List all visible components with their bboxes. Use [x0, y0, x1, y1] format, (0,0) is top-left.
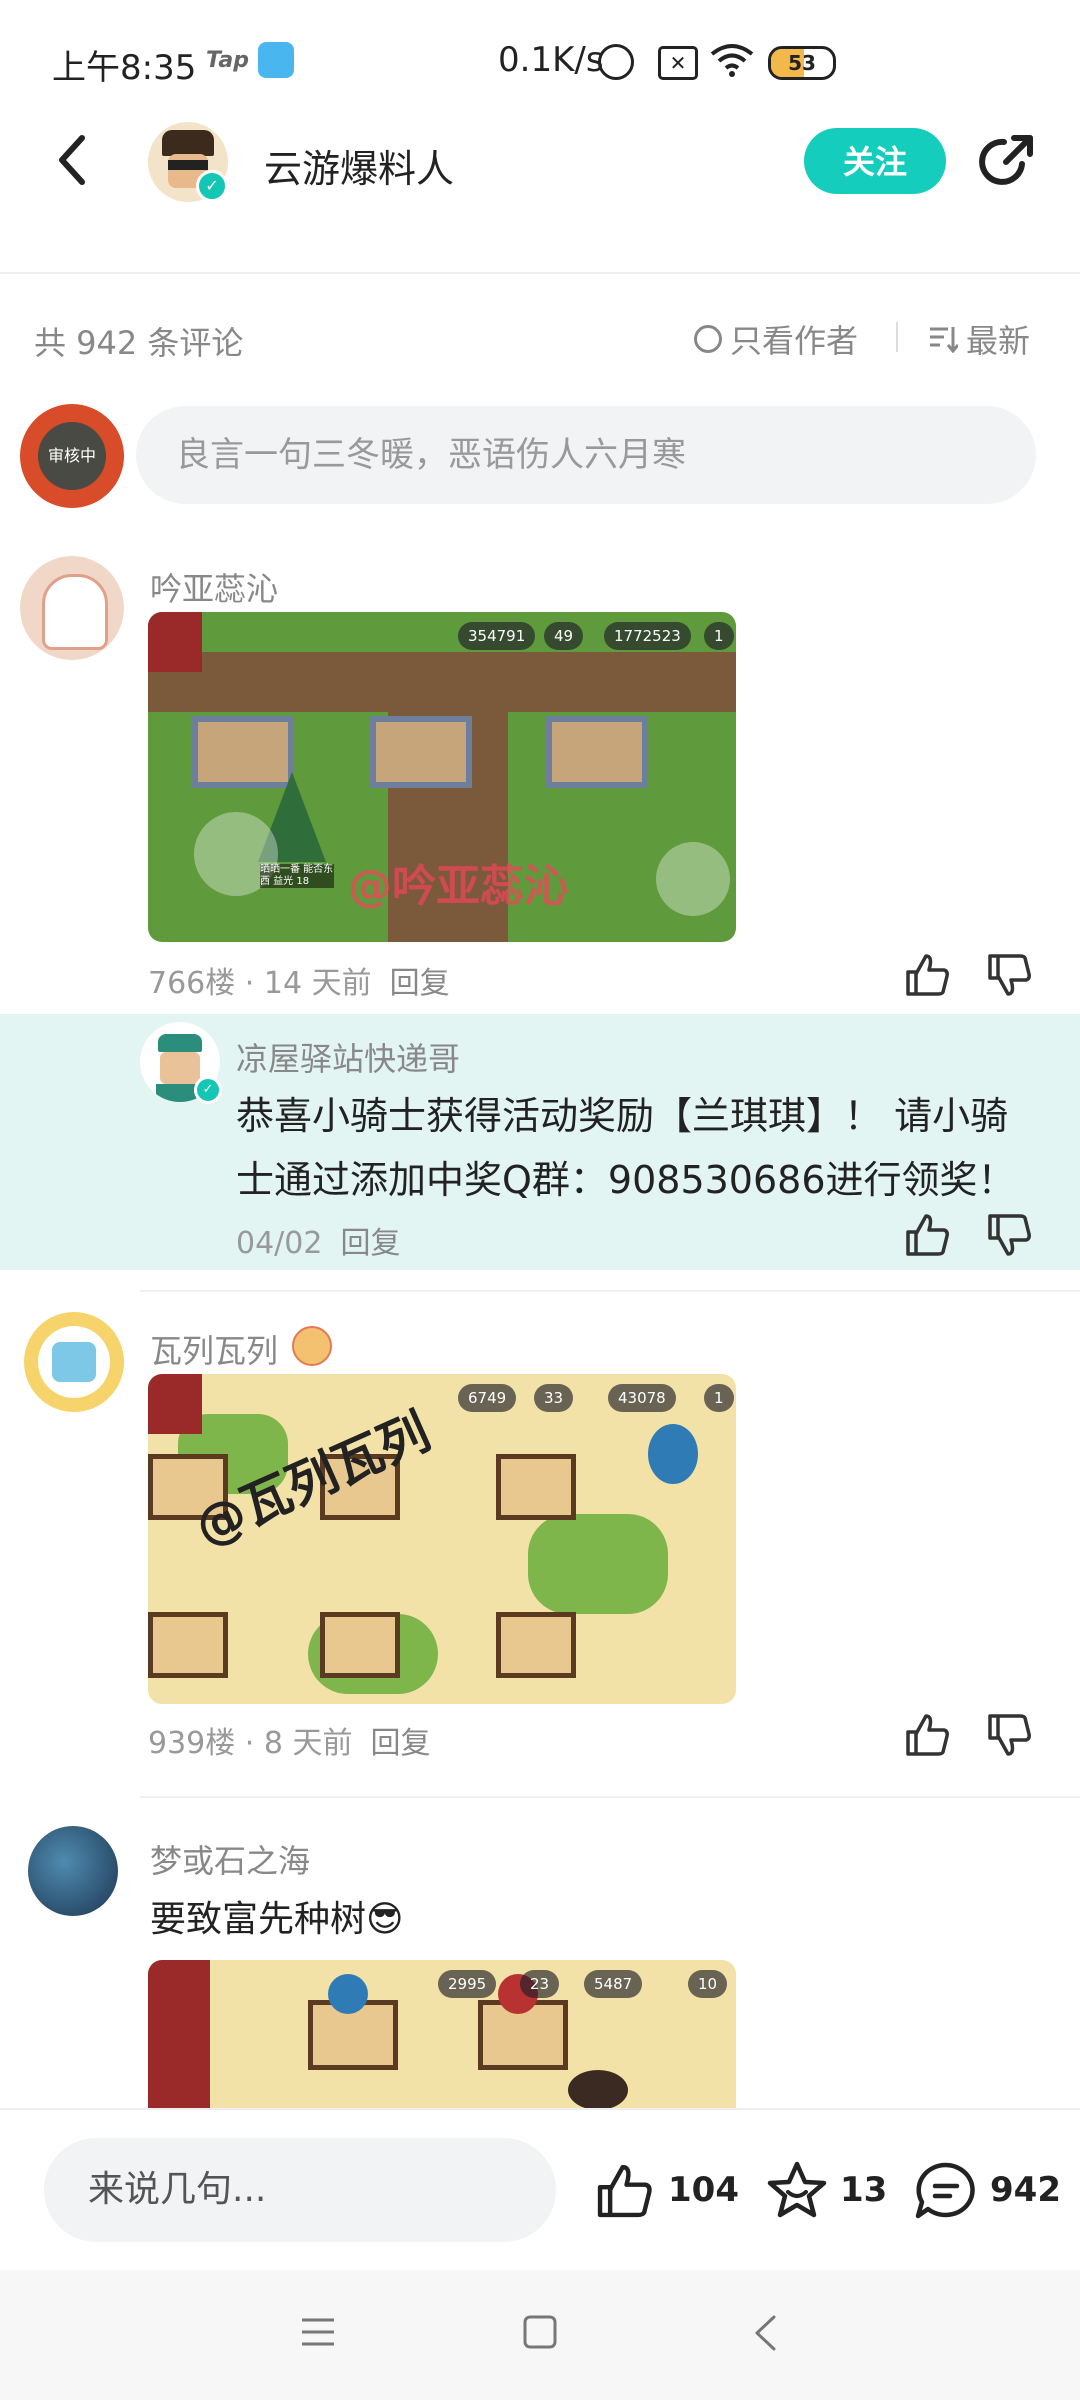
comment-text: 要致富先种树😎 [150, 1899, 404, 1940]
system-navigation-bar [0, 2270, 1080, 2400]
thumbs-down-icon[interactable] [986, 952, 1032, 998]
hud-coins: 2995 [438, 1970, 497, 1998]
hud-gems: 43078 [608, 1384, 676, 1412]
sort-label: 最新 [966, 322, 1031, 360]
only-author-toggle[interactable]: 只看作者 [694, 316, 858, 362]
hud-coins: 354791 [458, 622, 536, 650]
favorite-count: 13 [840, 2170, 888, 2210]
radio-icon [694, 325, 722, 353]
hud-parts: 49 [544, 622, 584, 650]
tap-app-icon: Tap [206, 48, 249, 73]
comment-count: 共 942 条评论 [34, 324, 244, 362]
hud-extra: 1 [704, 1384, 734, 1412]
status-time: 上午8:35 [52, 48, 197, 88]
comment-author-name[interactable]: 吟亚蕊沁 [150, 564, 278, 610]
bottom-divider [0, 2108, 1080, 2110]
comment-input[interactable]: 良言一句三冬暖，恶语伤人六月寒 [136, 406, 1036, 504]
reply-author-name[interactable]: 凉屋驿站快递哥 [236, 1034, 460, 1080]
favorite-star-icon[interactable] [766, 2160, 828, 2220]
toolbar-divider [896, 322, 898, 352]
header-divider [0, 272, 1080, 274]
comment-author-name[interactable]: 瓦列瓦列 [150, 1326, 278, 1372]
reply-link[interactable]: 回复 [340, 1226, 400, 1261]
share-icon[interactable] [976, 130, 1038, 192]
hud-gems: 5487 [584, 1970, 643, 1998]
reply-text: 恭喜小骑士获得活动奖励【兰琪琪】！ 请小骑士通过添加中奖Q群：908530686… [236, 1094, 1016, 1202]
comment-image[interactable]: 6749 33 43078 1 @瓦列瓦列 [148, 1374, 736, 1704]
battery-indicator: 53 [768, 46, 836, 80]
home-nav-icon[interactable] [522, 2314, 558, 2350]
hud-extra: 1 [704, 622, 734, 650]
my-avatar: 审核中 [20, 404, 124, 508]
hud-coins: 6749 [458, 1384, 517, 1412]
comment-meta: 939楼 · 8 天前 回复 [148, 1726, 431, 1761]
tree-label: 晒晒一番 能否东西 益光 18 [260, 864, 334, 888]
sort-icon [930, 327, 958, 353]
verified-badge-icon: ✓ [196, 170, 228, 202]
reply-link[interactable]: 回复 [390, 966, 450, 1001]
reply-meta: 04/02 回复 [236, 1226, 401, 1261]
thumbs-up-icon[interactable] [904, 1712, 950, 1758]
comment-avatar[interactable] [28, 1826, 118, 1916]
hud-gems: 1772523 [604, 622, 691, 650]
reply-verified-icon: ✓ [194, 1076, 222, 1104]
status-bar: 上午8:35 Tap 0.1K/s ✕ 53 [0, 0, 1080, 120]
avatar-status-text: 审核中 [38, 422, 106, 490]
reply-link[interactable]: 回复 [371, 1726, 431, 1761]
app-notification-icon [258, 42, 294, 78]
thumbs-down-icon[interactable] [986, 1712, 1032, 1758]
comment-divider [140, 1796, 1080, 1798]
sort-toggle[interactable]: 最新 [928, 316, 1030, 362]
follow-button[interactable]: 关注 [804, 128, 946, 194]
back-nav-icon[interactable] [752, 2314, 778, 2352]
thumbs-up-icon[interactable] [904, 952, 950, 998]
hud-parts: 33 [534, 1384, 574, 1412]
network-speed: 0.1K/s [498, 40, 604, 80]
comment-divider [140, 1290, 1080, 1292]
hud-parts: 23 [520, 1970, 560, 1998]
like-icon[interactable] [594, 2162, 654, 2220]
thumbs-up-icon[interactable] [904, 1212, 950, 1258]
back-arrow-icon[interactable] [52, 130, 92, 190]
wifi-icon [710, 44, 754, 77]
like-count: 104 [668, 2170, 739, 2210]
sim-off-icon: ✕ [658, 46, 698, 80]
user-badge-icon [292, 1326, 332, 1366]
comment-image[interactable]: 2995 23 5487 10 [148, 1960, 736, 2108]
hud-extra: 10 [688, 1970, 728, 1998]
comment-image[interactable]: 354791 49 1772523 1 @吟亚蕊沁 晒晒一番 能否东西 益光 1… [148, 612, 736, 942]
thumbs-down-icon[interactable] [986, 1212, 1032, 1258]
bottom-comment-input[interactable]: 来说几句... [44, 2138, 556, 2242]
only-author-label: 只看作者 [730, 322, 859, 360]
alarm-icon [598, 44, 634, 80]
comment-meta: 766楼 · 14 天前 回复 [148, 966, 450, 1001]
comment-bubble-icon[interactable] [914, 2160, 978, 2222]
comment-count-bottom: 942 [990, 2170, 1061, 2210]
author-name[interactable]: 云游爆料人 [264, 138, 454, 193]
comment-avatar[interactable] [24, 1312, 124, 1412]
image-watermark: @吟亚蕊沁 [348, 861, 568, 912]
menu-nav-icon[interactable] [300, 2316, 336, 2348]
comment-author-name[interactable]: 梦或石之海 [150, 1836, 310, 1882]
comment-avatar[interactable] [20, 556, 124, 660]
